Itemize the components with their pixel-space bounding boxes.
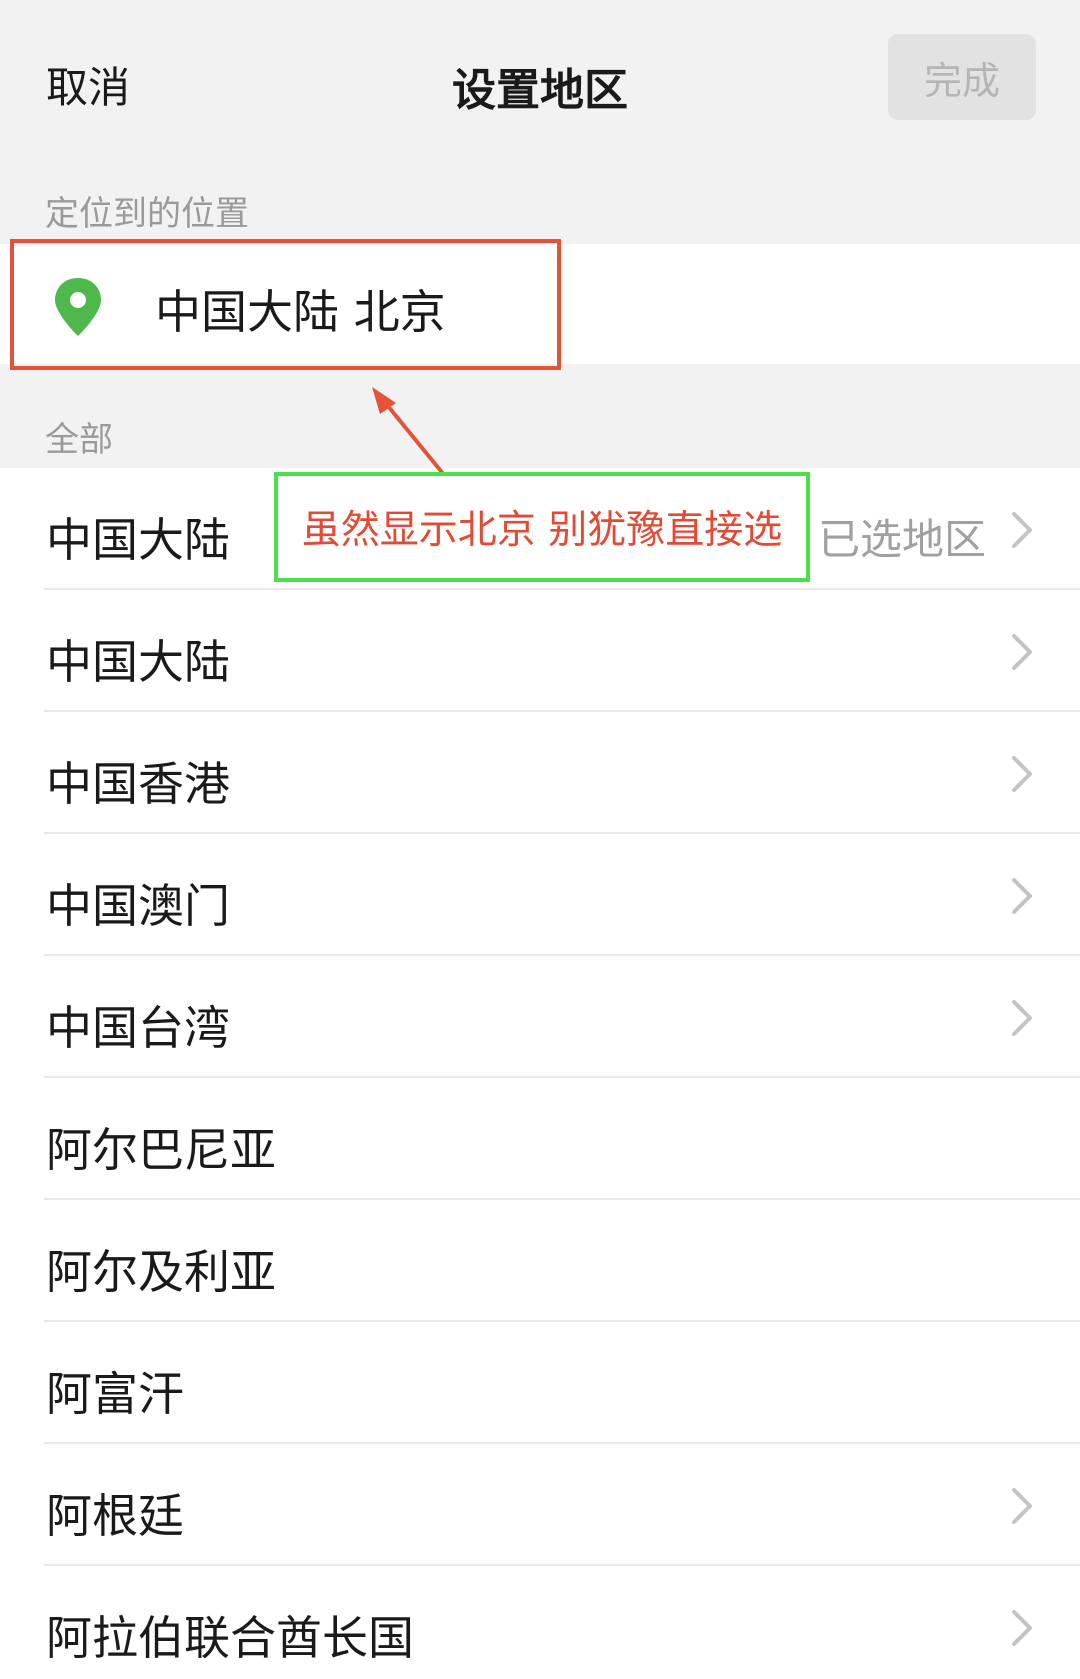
region-list-item[interactable]: 阿根廷 <box>0 1444 1080 1566</box>
annotation-note-text: 虽然显示北京 别犹豫直接选 <box>301 508 783 553</box>
region-name: 阿尔巴尼亚 <box>46 1123 276 1177</box>
region-list-item[interactable]: 中国香港 <box>0 712 1080 834</box>
region-list-item[interactable]: 阿富汗 <box>0 1322 1080 1444</box>
region-name: 阿富汗 <box>46 1367 184 1421</box>
chevron-right-icon <box>1012 1610 1032 1646</box>
region-list-item[interactable]: 阿拉伯联合酋长国 <box>0 1566 1080 1679</box>
chevron-right-icon <box>1012 1000 1032 1036</box>
region-list-item[interactable]: 中国大陆 <box>0 590 1080 712</box>
selected-region-hint: 已选地区 <box>818 515 987 564</box>
region-name: 阿尔及利亚 <box>46 1245 276 1299</box>
region-name: 中国香港 <box>46 757 230 811</box>
region-list-item[interactable]: 中国台湾 <box>0 956 1080 1078</box>
region-name: 中国大陆 <box>46 513 230 567</box>
region-name: 中国澳门 <box>46 879 230 933</box>
region-name: 阿拉伯联合酋长国 <box>46 1611 414 1665</box>
chevron-right-icon <box>1012 878 1032 914</box>
located-section-label: 定位到的位置 <box>45 194 249 234</box>
located-location-text: 中国大陆 北京 <box>155 285 446 339</box>
chevron-right-icon <box>1012 756 1032 792</box>
region-name: 中国台湾 <box>46 1001 230 1055</box>
chevron-right-icon <box>1012 1488 1032 1524</box>
region-name: 中国大陆 <box>46 635 230 689</box>
annotation-note-box: 虽然显示北京 别犹豫直接选 <box>274 472 810 582</box>
nav-header: 取消 设置地区 完成 <box>0 0 1080 160</box>
region-list-item[interactable]: 阿尔及利亚 <box>0 1200 1080 1322</box>
location-pin-icon <box>55 278 101 336</box>
region-list-item[interactable]: 阿尔巴尼亚 <box>0 1078 1080 1200</box>
chevron-right-icon <box>1012 634 1032 670</box>
region-list-item[interactable]: 中国澳门 <box>0 834 1080 956</box>
located-location-row[interactable]: 中国大陆 北京 <box>0 244 1080 364</box>
chevron-right-icon <box>1012 512 1032 548</box>
done-button[interactable]: 完成 <box>888 34 1036 120</box>
region-name: 阿根廷 <box>46 1489 184 1543</box>
region-list: 中国大陆 已选地区 中国大陆 中国香港 中国澳门 中国台湾 阿尔巴尼亚 阿尔及利亚 阿富汗 阿根廷… <box>0 468 1080 1679</box>
all-section-label: 全部 <box>45 420 113 460</box>
